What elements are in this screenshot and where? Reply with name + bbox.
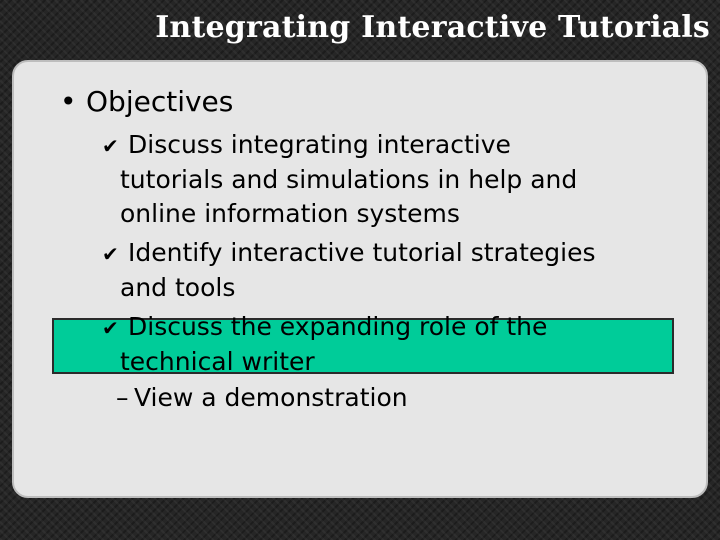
demonstration-text: View a demonstration (134, 383, 408, 412)
checkmark-icon: ✔ (102, 316, 119, 340)
objective-item-3: ✔ Discuss the expanding role of the techn… (102, 310, 547, 379)
objective-item-2-line-2: and tools (120, 273, 236, 302)
objective-item-2-line-1: ✔ Identify interactive tutorial strategie… (102, 236, 596, 271)
objective-item-1: ✔ Discuss integrating interactive tutoria… (102, 128, 577, 231)
objective-item-3-line-2: technical writer (120, 347, 315, 376)
objectives-heading-text: Objectives (86, 85, 234, 118)
bullet-dot-icon: • (60, 85, 77, 118)
checkmark-icon: ✔ (102, 134, 119, 158)
objective-item-2: ✔ Identify interactive tutorial strategie… (102, 236, 596, 305)
objective-item-1-line-1: ✔ Discuss integrating interactive (102, 128, 577, 163)
objectives-heading: • Objectives (60, 82, 233, 122)
checkmark-icon: ✔ (102, 242, 119, 266)
objective-item-3-line-1: ✔ Discuss the expanding role of the (102, 310, 547, 345)
dash-icon: – (116, 383, 129, 412)
objective-item-1-line-2: tutorials and simulations in help and (120, 165, 578, 194)
slide-title: Integrating Interactive Tutorials (155, 10, 710, 45)
objective-item-1-line-3: online information systems (120, 199, 460, 228)
demonstration-item: – View a demonstration (116, 381, 408, 415)
